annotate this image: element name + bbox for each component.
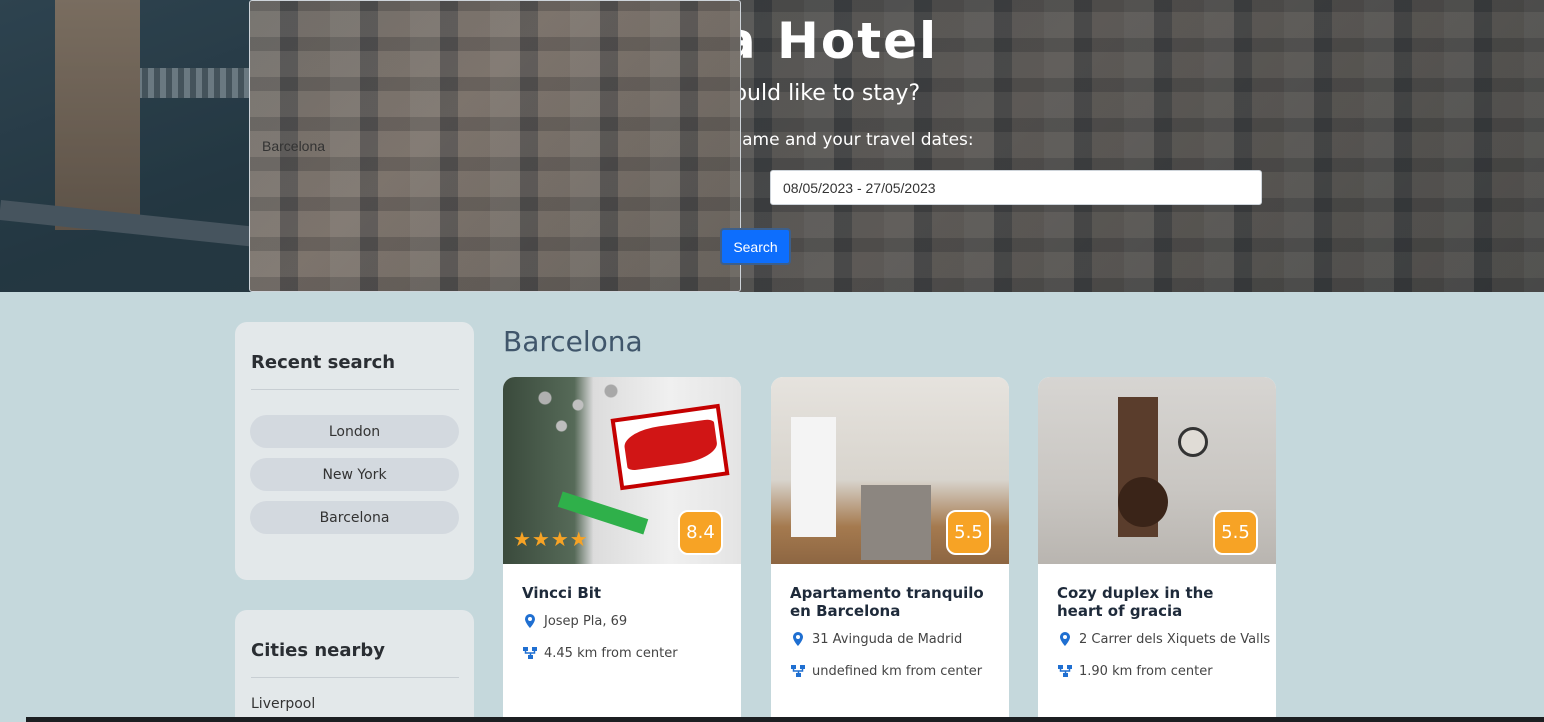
hotel-card[interactable]: ★★★★ 8.4 Vincci Bit Josep Pla, 69 4.45 k… [503, 377, 741, 722]
route-icon [523, 647, 537, 659]
hotel-distance-row: 1.90 km from center [1057, 663, 1213, 679]
city-input-value: Barcelona [262, 138, 326, 154]
rating-badge: 8.4 [678, 510, 723, 555]
hotel-card[interactable]: 5.5 Apartamento tranquilo en Barcelona 3… [771, 377, 1009, 722]
hotel-address-row: 31 Avinguda de Madrid [790, 631, 962, 647]
mirror [1178, 427, 1208, 457]
recent-search-item[interactable]: London [250, 415, 459, 448]
recent-search-item[interactable]: Barcelona [250, 501, 459, 534]
recent-search-panel: Recent search London New York Barcelona [235, 322, 474, 580]
hotel-address-row: 2 Carrer dels Xiquets de Valls [1057, 631, 1270, 647]
search-button[interactable]: Search [720, 228, 791, 265]
hero-subtitle: Where you would like to stay? [589, 81, 921, 106]
date-range-input[interactable]: 08/05/2023 - 27/05/2023 [770, 170, 1262, 205]
page-title: Find a Hotel [571, 12, 939, 70]
wall-sign [610, 403, 730, 491]
hotel-address-row: Josep Pla, 69 [522, 613, 627, 629]
divider [251, 389, 459, 390]
star-icon: ★★★★ [513, 527, 589, 551]
hotel-distance: 4.45 km from center [544, 645, 678, 661]
location-pin-icon [525, 614, 535, 628]
hotel-distance-row: 4.45 km from center [522, 645, 678, 661]
route-icon [1058, 665, 1072, 677]
cities-nearby-title: Cities nearby [251, 640, 386, 661]
recent-search-item[interactable]: New York [250, 458, 459, 491]
bottom-scrollbar[interactable] [26, 717, 1544, 722]
bed [861, 485, 931, 560]
cities-nearby-panel: Cities nearby Liverpool [235, 610, 474, 722]
search-prompt: Please enter city/town name and your tra… [536, 130, 974, 150]
location-pin-icon [1060, 632, 1070, 646]
hotel-address: 31 Avinguda de Madrid [812, 631, 963, 647]
divider [251, 677, 459, 678]
results-heading: Barcelona [503, 325, 643, 358]
hotel-distance: 1.90 km from center [1079, 663, 1213, 679]
date-range-value: 08/05/2023 - 27/05/2023 [783, 179, 936, 196]
route-icon [791, 665, 805, 677]
hero-banner: Find a Hotel Where you would like to sta… [0, 0, 1544, 292]
hotel-distance: undefined km from center [812, 663, 983, 679]
rating-badge: 5.5 [946, 510, 991, 555]
window [791, 417, 836, 537]
hotel-distance-row: undefined km from center [790, 663, 982, 679]
hotel-address: Josep Pla, 69 [544, 613, 628, 629]
table [1118, 477, 1168, 527]
hotel-name[interactable]: Apartamento tranquilo en Barcelona [790, 584, 995, 620]
recent-search-title: Recent search [251, 352, 396, 373]
location-pin-icon [793, 632, 803, 646]
hotel-name[interactable]: Cozy duplex in the heart of gracia [1057, 584, 1262, 620]
hotel-card[interactable]: 5.5 Cozy duplex in the heart of gracia 2… [1038, 377, 1276, 722]
city-input[interactable]: Barcelona [249, 0, 741, 292]
nearby-city-link[interactable]: Liverpool [251, 696, 315, 712]
hotel-name[interactable]: Vincci Bit [522, 584, 727, 602]
hotel-address: 2 Carrer dels Xiquets de Valls [1079, 631, 1271, 647]
rating-badge: 5.5 [1213, 510, 1258, 555]
